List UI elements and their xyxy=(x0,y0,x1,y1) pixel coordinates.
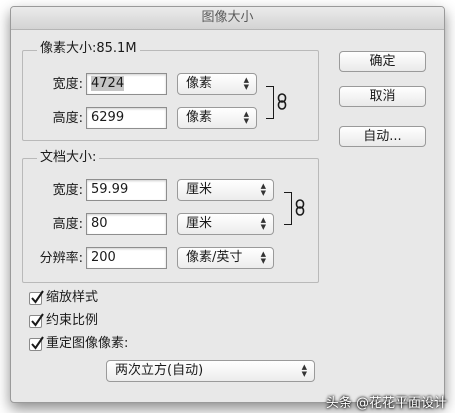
doc-height-unit: 厘米 xyxy=(186,216,213,231)
auto-button[interactable]: 自动... xyxy=(339,126,426,147)
scale-styles-label: 缩放样式 xyxy=(46,290,99,305)
chain-link-icon xyxy=(277,93,287,110)
dialog-title: 图像大小 xyxy=(11,7,444,30)
resolution-value: 200 xyxy=(91,250,116,265)
doc-width-unit-select[interactable]: 厘米 ▲ ▼ xyxy=(177,179,274,201)
checkmark-icon xyxy=(31,289,44,304)
chevron-updown-icon: ▲ ▼ xyxy=(243,76,249,91)
pixel-width-unit-select[interactable]: 像素 ▲ ▼ xyxy=(177,73,257,95)
pixel-dimensions-title: 像素大小:85.1M xyxy=(37,41,140,57)
resolution-unit: 像素/英寸 xyxy=(186,250,243,265)
chevron-updown-icon: ▲ ▼ xyxy=(260,182,266,197)
doc-height-label: 高度: xyxy=(52,217,83,232)
pixel-width-label: 宽度: xyxy=(52,77,83,92)
resolution-input[interactable]: 200 xyxy=(86,247,167,269)
constrain-proportions-checkbox[interactable]: 约束比例 xyxy=(29,312,99,329)
document-size-title: 文档大小: xyxy=(37,150,100,166)
resolution-unit-select[interactable]: 像素/英寸 ▲ ▼ xyxy=(177,247,274,269)
pixel-height-unit: 像素 xyxy=(186,110,213,125)
pixel-height-label: 高度: xyxy=(52,111,83,126)
pixel-width-input[interactable]: 4724 xyxy=(86,73,167,95)
chevron-updown-icon: ▲ ▼ xyxy=(301,363,307,378)
chevron-updown-icon: ▲ ▼ xyxy=(260,216,266,231)
ok-button[interactable]: 确定 xyxy=(339,51,426,72)
doc-height-unit-select[interactable]: 厘米 ▲ ▼ xyxy=(177,213,274,235)
doc-height-input[interactable]: 80 xyxy=(86,213,167,235)
chevron-updown-icon: ▲ ▼ xyxy=(243,110,249,125)
chevron-updown-icon: ▲ ▼ xyxy=(260,250,266,265)
pixel-height-input[interactable]: 6299 xyxy=(86,107,167,129)
checkmark-icon xyxy=(31,335,44,350)
resample-method-select[interactable]: 两次立方(自动) ▲ ▼ xyxy=(106,360,315,382)
resolution-label: 分辨率: xyxy=(39,251,83,266)
doc-width-label: 宽度: xyxy=(52,183,83,198)
chain-link-icon xyxy=(295,199,305,216)
pixel-link-bracket xyxy=(266,86,274,119)
checkbox-box xyxy=(29,312,44,328)
cancel-button[interactable]: 取消 xyxy=(339,86,426,107)
resample-method: 两次立方(自动) xyxy=(115,363,204,378)
checkbox-box xyxy=(29,335,44,351)
pixel-height-unit-select[interactable]: 像素 ▲ ▼ xyxy=(177,107,257,129)
scale-styles-checkbox[interactable]: 缩放样式 xyxy=(29,289,99,306)
doc-width-value: 59.99 xyxy=(91,182,129,197)
resample-checkbox[interactable]: 重定图像像素: xyxy=(29,335,129,352)
pixel-width-unit: 像素 xyxy=(186,76,213,91)
constrain-proportions-label: 约束比例 xyxy=(46,313,99,328)
checkmark-icon xyxy=(31,312,44,327)
checkbox-box xyxy=(29,289,44,305)
resample-label: 重定图像像素: xyxy=(46,336,129,351)
doc-link-bracket xyxy=(284,192,292,225)
doc-width-input[interactable]: 59.99 xyxy=(86,179,167,201)
doc-height-value: 80 xyxy=(91,216,108,231)
pixel-height-value: 6299 xyxy=(91,110,125,125)
pixel-width-value: 4724 xyxy=(91,76,125,91)
watermark: 头条 @花花平面设计 xyxy=(325,396,447,411)
doc-width-unit: 厘米 xyxy=(186,182,213,197)
image-size-dialog: 图像大小 像素大小:85.1M 宽度: 4724 像素 ▲ ▼ 高度: 6299 … xyxy=(10,6,445,403)
